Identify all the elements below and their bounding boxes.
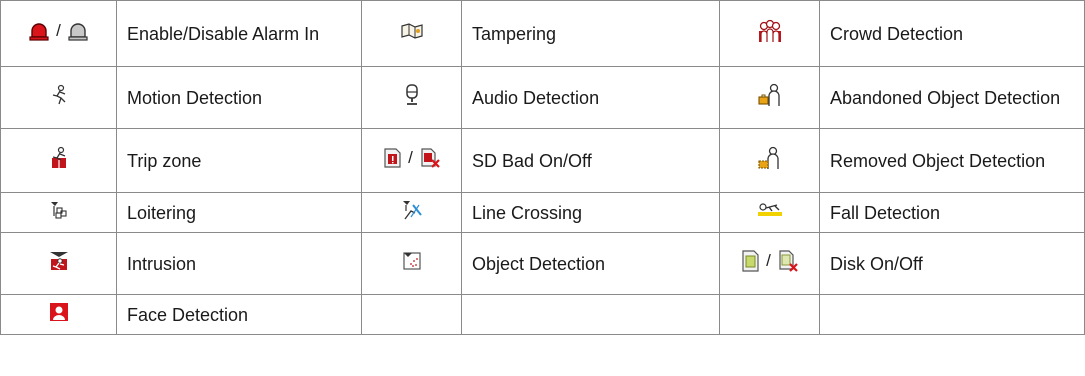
icon-cell	[0, 66, 117, 129]
table-row: Loitering Line Crossing Fall Detection	[0, 192, 1085, 233]
label-cell: Abandoned Object Detection	[819, 66, 1085, 129]
label-cell: Loitering	[116, 192, 362, 233]
icon-cell	[719, 66, 820, 129]
label-cell: Enable/Disable Alarm In	[116, 0, 362, 67]
table-row: Trip zone / SD Bad On/Off Removed Object…	[0, 128, 1085, 193]
label-cell: SD Bad On/Off	[461, 128, 720, 193]
icon-cell	[0, 128, 117, 193]
icon-cell: /	[361, 128, 462, 193]
audio-detection-icon	[403, 83, 421, 107]
alarm-in-on-icon	[28, 20, 50, 42]
label-cell: Audio Detection	[461, 66, 720, 129]
disk-on-icon	[740, 249, 760, 273]
icon-cell	[361, 232, 462, 295]
sd-bad-on-icon	[382, 147, 402, 169]
icon-cell: /	[0, 0, 117, 67]
separator-text: /	[408, 148, 413, 167]
table-row: Motion Detection Audio Detection Abandon…	[0, 66, 1085, 129]
label-cell: Tampering	[461, 0, 720, 67]
icon-legend-table: / Enable/Disable Alarm In Tampering Crow…	[0, 0, 1085, 335]
sd-bad-off-icon	[419, 147, 441, 169]
label-cell: Fall Detection	[819, 192, 1085, 233]
empty-cell	[361, 294, 462, 335]
intrusion-icon	[48, 250, 70, 272]
empty-cell	[719, 294, 820, 335]
icon-cell	[0, 294, 117, 335]
label-cell: Removed Object Detection	[819, 128, 1085, 193]
label-cell: Face Detection	[116, 294, 362, 335]
separator-text: /	[766, 250, 771, 270]
label-cell: Intrusion	[116, 232, 362, 295]
crowd-detection-icon	[757, 19, 783, 43]
trip-zone-icon	[48, 146, 70, 170]
label-cell: Line Crossing	[461, 192, 720, 233]
icon-cell	[719, 192, 820, 233]
empty-cell	[819, 294, 1085, 335]
icon-cell	[0, 232, 117, 295]
label-cell: Crowd Detection	[819, 0, 1085, 67]
icon-cell	[719, 128, 820, 193]
label-cell: Trip zone	[116, 128, 362, 193]
line-crossing-icon	[401, 199, 423, 221]
tampering-icon	[400, 21, 424, 41]
motion-detection-icon	[48, 84, 70, 106]
removed-object-icon	[757, 146, 783, 170]
fall-detection-icon	[757, 201, 783, 219]
label-cell: Motion Detection	[116, 66, 362, 129]
icon-cell	[0, 192, 117, 233]
separator-text: /	[56, 21, 61, 40]
icon-cell	[719, 0, 820, 67]
icon-cell	[361, 0, 462, 67]
abandoned-object-icon	[757, 83, 783, 107]
icon-cell	[361, 192, 462, 233]
face-detection-icon	[49, 302, 69, 322]
loitering-icon	[49, 200, 69, 220]
object-detection-icon	[402, 251, 422, 271]
table-row: / Enable/Disable Alarm In Tampering Crow…	[0, 0, 1085, 67]
alarm-in-off-icon	[67, 20, 89, 42]
label-cell: Disk On/Off	[819, 232, 1085, 295]
table-row: Intrusion Object Detection / Disk On/Off	[0, 232, 1085, 295]
table-row: Face Detection	[0, 294, 1085, 335]
icon-cell	[361, 66, 462, 129]
label-cell: Object Detection	[461, 232, 720, 295]
icon-cell: /	[719, 232, 820, 295]
empty-cell	[461, 294, 720, 335]
disk-off-icon	[777, 249, 799, 273]
